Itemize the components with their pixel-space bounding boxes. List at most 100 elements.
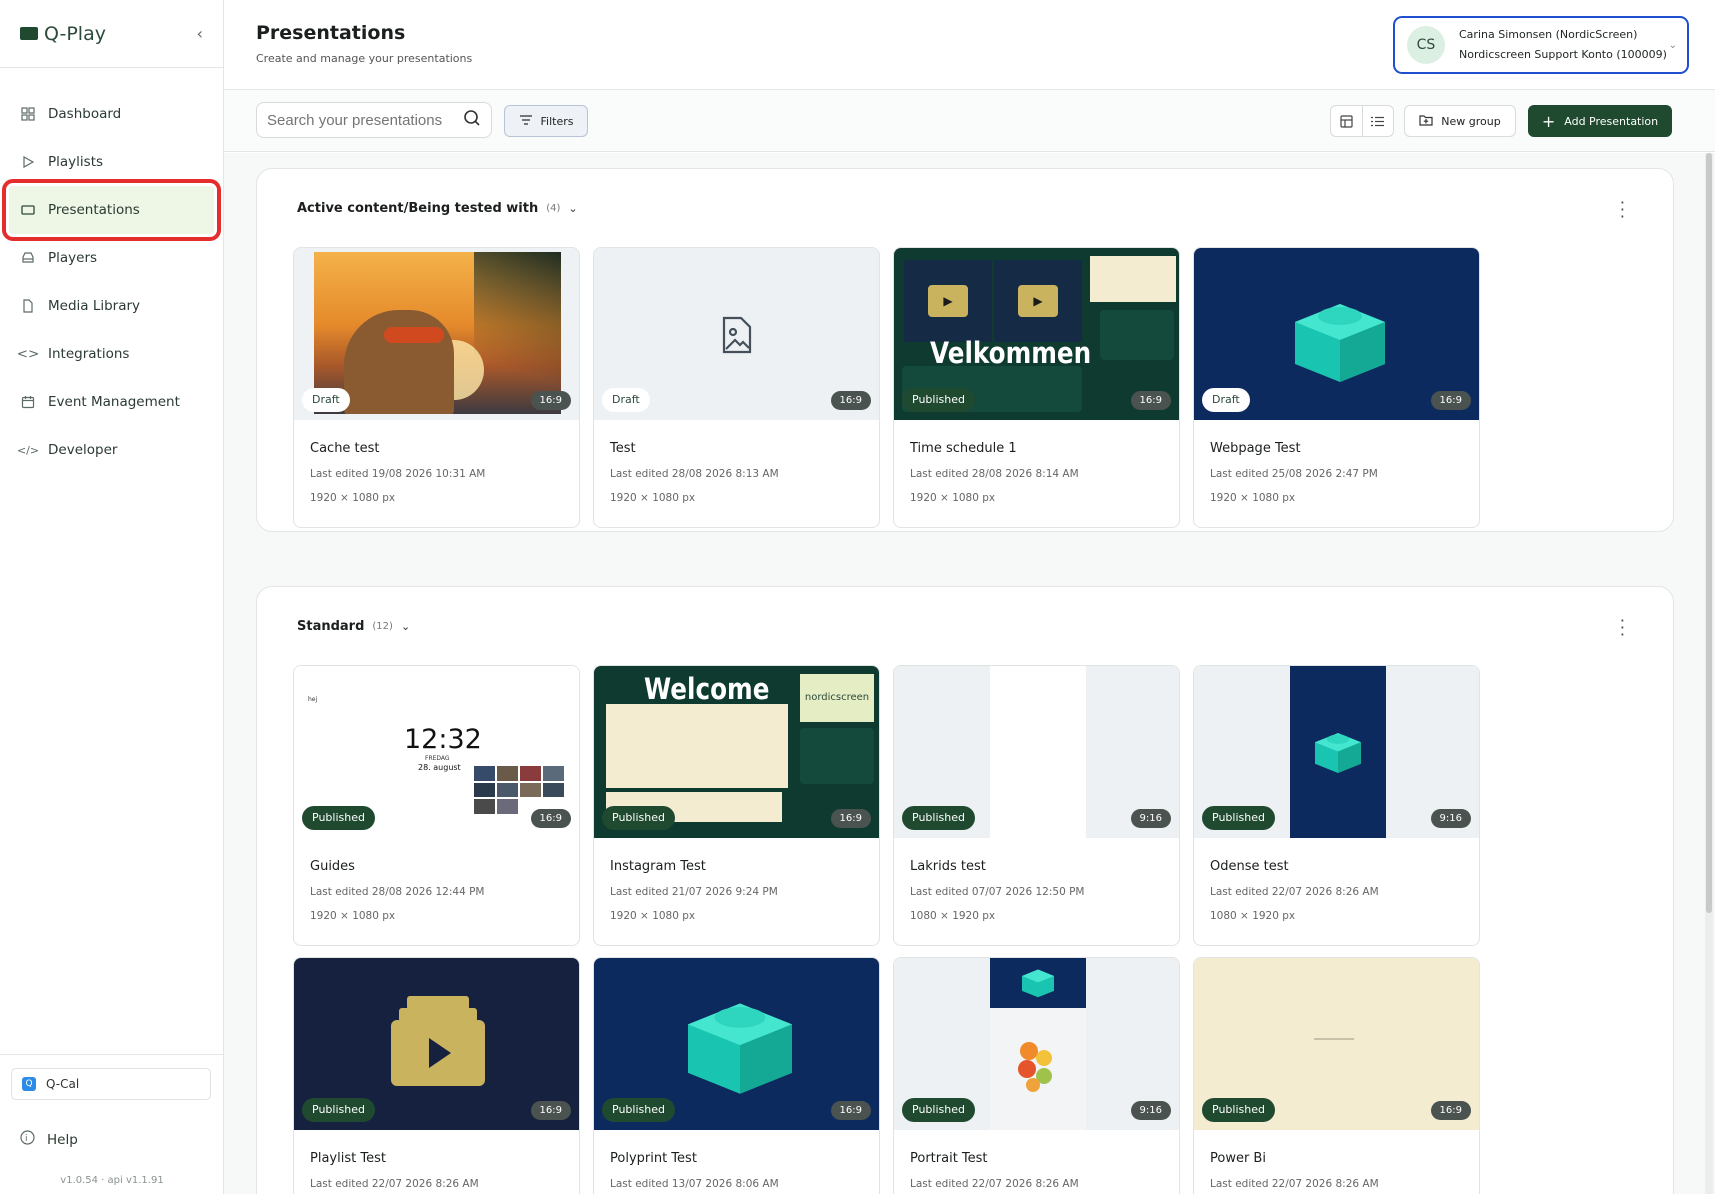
- presentation-card[interactable]: Published 9:16 Lakrids test Last edited …: [893, 665, 1180, 946]
- player-icon: [20, 250, 36, 266]
- aspect-ratio-badge: 16:9: [530, 1101, 571, 1120]
- aspect-ratio-badge: 16:9: [1130, 391, 1171, 410]
- search-icon[interactable]: [463, 109, 481, 131]
- presentation-card[interactable]: ▶ ▶ Velkommen Published 16:9 Time schedu…: [893, 247, 1180, 528]
- add-presentation-button[interactable]: + Add Presentation: [1528, 105, 1672, 137]
- thumbnail-day: FREDAG: [425, 755, 450, 762]
- presentation-card[interactable]: Published 16:9 Power Bi Last edited 22/0…: [1193, 957, 1480, 1194]
- status-badge: Published: [902, 388, 975, 412]
- aspect-ratio-badge: 16:9: [830, 1101, 871, 1120]
- sidebar-item-playlists[interactable]: Playlists: [0, 138, 223, 186]
- sidebar-item-label: Presentations: [48, 202, 140, 218]
- status-badge: Draft: [1202, 388, 1250, 412]
- new-group-button[interactable]: New group: [1404, 105, 1516, 137]
- status-badge: Published: [302, 806, 375, 830]
- presentation-card[interactable]: Draft 16:9 Webpage Test Last edited 25/0…: [1193, 247, 1480, 528]
- sidebar-divider: [0, 1054, 224, 1055]
- help-label: Help: [47, 1131, 78, 1148]
- sidebar-item-developer[interactable]: </> Developer: [0, 426, 223, 474]
- play-icon: [20, 154, 36, 170]
- scrollbar-thumb[interactable]: [1706, 153, 1712, 913]
- more-options-icon[interactable]: · · ·: [1620, 195, 1625, 225]
- cube-image: [1290, 294, 1390, 388]
- presentation-card[interactable]: hej 12:32 FREDAG 28. august Published 16…: [293, 665, 580, 946]
- filter-icon: [519, 114, 533, 128]
- portrait-canvas: [990, 958, 1086, 1130]
- card-resolution: 1920 × 1080 px: [910, 492, 996, 504]
- presentation-card[interactable]: Welcome nordicscreen Published 16:9 Inst…: [593, 665, 880, 946]
- presentation-card[interactable]: Published 9:16 Portrait Test Last edited…: [893, 957, 1180, 1194]
- presentation-card[interactable]: Draft 16:9 Test Last edited 28/08 2026 8…: [593, 247, 880, 528]
- scrollbar[interactable]: [1705, 153, 1713, 1194]
- sidebar-item-players[interactable]: Players: [0, 234, 223, 282]
- status-badge: Draft: [602, 388, 650, 412]
- card-title: Portrait Test: [910, 1151, 988, 1166]
- card-resolution: 1920 × 1080 px: [610, 492, 696, 504]
- file-icon: [20, 298, 36, 314]
- sidebar-item-label: Developer: [48, 442, 118, 458]
- aspect-ratio-badge: 16:9: [830, 809, 871, 828]
- cube-image: [682, 992, 798, 1100]
- content-block: [800, 728, 874, 784]
- calendar-icon: [20, 394, 36, 410]
- status-badge: Published: [902, 806, 975, 830]
- presentation-card[interactable]: Draft 16:9 Cache test Last edited 19/08 …: [293, 247, 580, 528]
- card-title: Cache test: [310, 441, 380, 456]
- group-header[interactable]: Standard (12) ⌄: [297, 619, 410, 634]
- code-icon: <>: [16, 346, 40, 362]
- sidebar-item-event-management[interactable]: Event Management: [0, 378, 223, 426]
- card-title: Power Bi: [1210, 1151, 1266, 1166]
- presentation-card[interactable]: Published 16:9 Playlist Test Last edited…: [293, 957, 580, 1194]
- card-last-edited: Last edited 07/07 2026 12:50 PM: [910, 886, 1085, 898]
- image-placeholder-icon: [721, 316, 753, 358]
- app-logo[interactable]: Q-Play: [20, 23, 106, 45]
- thumbnail-text: Welcome: [644, 672, 770, 706]
- card-last-edited: Last edited 22/07 2026 8:26 AM: [910, 1178, 1079, 1190]
- version-text: v1.0.54 · api v1.1.91: [60, 1175, 164, 1186]
- dog-photo-image: [314, 252, 561, 414]
- svg-text:i: i: [25, 1134, 28, 1144]
- card-title: Time schedule 1: [910, 441, 1017, 456]
- aspect-ratio-badge: 9:16: [1130, 809, 1171, 828]
- card-last-edited: Last edited 21/07 2026 9:24 PM: [610, 886, 778, 898]
- card-resolution: 1920 × 1080 px: [610, 910, 696, 922]
- video-placeholder-icon: [389, 992, 487, 1094]
- qcal-link[interactable]: Q Q-Cal: [11, 1068, 211, 1100]
- help-circle-icon: i: [20, 1130, 35, 1149]
- card-resolution: 1920 × 1080 px: [310, 492, 396, 504]
- video-placeholder-icon: ▶: [904, 260, 992, 342]
- sidebar-item-integrations[interactable]: <> Integrations: [0, 330, 223, 378]
- aspect-ratio-badge: 16:9: [1430, 1101, 1471, 1120]
- sidebar-item-label: Integrations: [48, 346, 130, 362]
- thumbnail-tag: hej: [308, 696, 318, 703]
- more-options-icon[interactable]: · · ·: [1620, 613, 1625, 643]
- sidebar-item-presentations[interactable]: Presentations: [2, 179, 221, 241]
- filters-button[interactable]: Filters: [504, 105, 588, 137]
- account-switcher[interactable]: CS Carina Simonsen (NordicScreen) Nordic…: [1393, 16, 1689, 74]
- thumbnail-text: Velkommen: [930, 336, 1092, 370]
- grid-view-icon[interactable]: [1331, 106, 1363, 136]
- presentation-card[interactable]: Published 9:16 Odense test Last edited 2…: [1193, 665, 1480, 946]
- status-badge: Published: [1202, 806, 1275, 830]
- card-last-edited: Last edited 28/08 2026 8:14 AM: [910, 468, 1079, 480]
- presentation-card[interactable]: Published 16:9 Polyprint Test Last edite…: [593, 957, 880, 1194]
- sidebar-item-media-library[interactable]: Media Library: [0, 282, 223, 330]
- collapse-sidebar-icon[interactable]: ‹: [197, 24, 203, 43]
- card-title: Playlist Test: [310, 1151, 386, 1166]
- app-name: Q-Play: [44, 22, 106, 45]
- qcal-label: Q-Cal: [46, 1077, 80, 1091]
- aspect-ratio-badge: 9:16: [1130, 1101, 1171, 1120]
- sidebar-item-label: Event Management: [48, 394, 180, 410]
- help-link[interactable]: i Help: [20, 1130, 78, 1149]
- list-view-icon[interactable]: [1363, 106, 1394, 136]
- folder-plus-icon: [1419, 114, 1433, 129]
- sidebar-item-dashboard[interactable]: Dashboard: [0, 90, 223, 138]
- content-block: [1314, 1038, 1354, 1040]
- thumbnail-logo: nordicscreen: [800, 674, 874, 722]
- search-input[interactable]: [267, 111, 457, 129]
- group-header[interactable]: Active content/Being tested with (4) ⌄: [297, 201, 578, 216]
- aspect-ratio-badge: 9:16: [1430, 809, 1471, 828]
- cube-image: [1312, 728, 1364, 778]
- content-block: [1100, 310, 1174, 360]
- status-badge: Published: [1202, 1098, 1275, 1122]
